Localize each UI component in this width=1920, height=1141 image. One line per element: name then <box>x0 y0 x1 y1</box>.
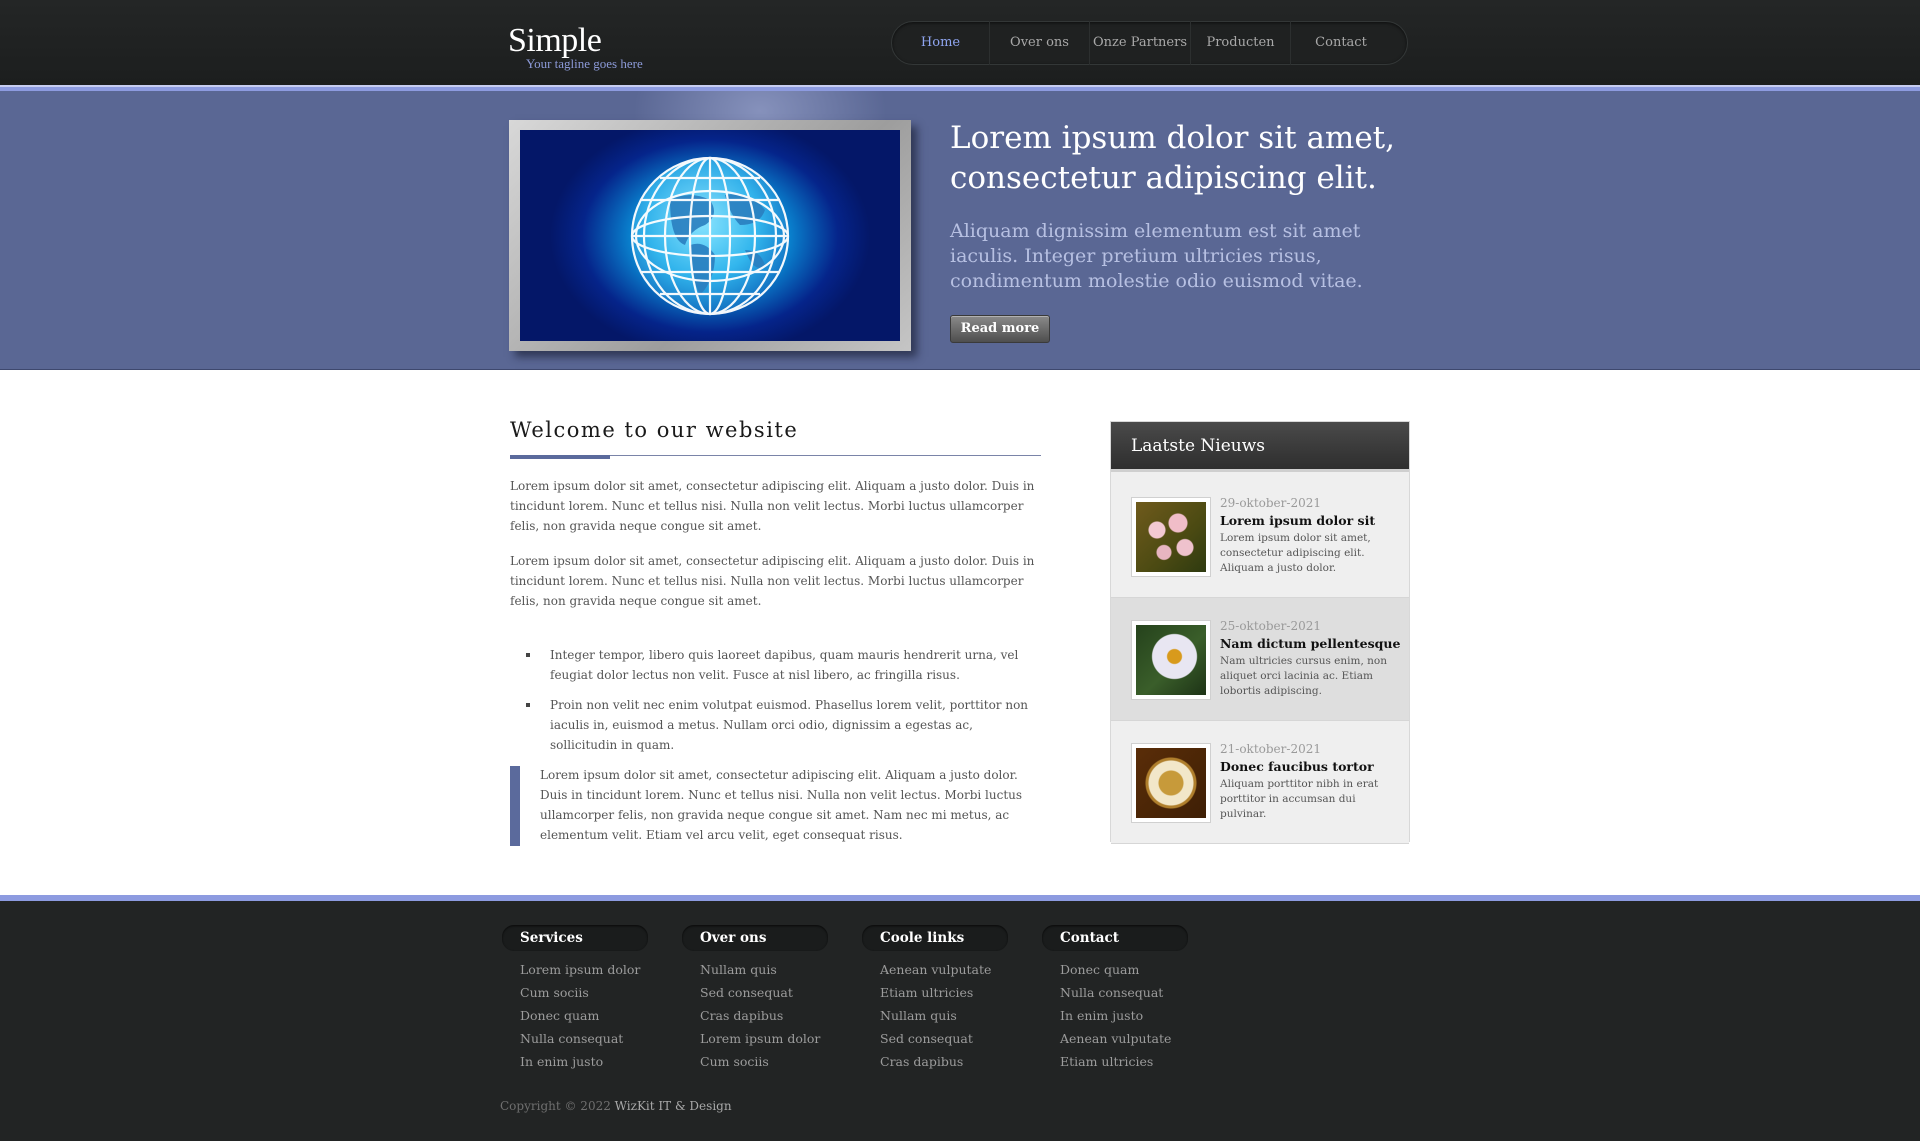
news-excerpt: Aliquam porttitor nibh in erat porttitor… <box>1220 778 1379 820</box>
globe-icon <box>630 156 790 316</box>
read-more-button[interactable]: Read more <box>950 315 1050 343</box>
footer-link[interactable]: Sed consequat <box>880 1027 1012 1050</box>
footer-column-over-ons: Over ons Nullam quis Sed consequat Cras … <box>682 925 832 1073</box>
blockquote-text: Lorem ipsum dolor sit amet, consectetur … <box>540 768 1023 842</box>
footer-link[interactable]: Nullam quis <box>700 958 832 981</box>
footer-link[interactable]: Cras dapibus <box>700 1004 832 1027</box>
news-excerpt: Lorem ipsum dolor sit amet, consectetur … <box>1220 532 1371 574</box>
footer-link[interactable]: Nulla consequat <box>520 1027 652 1050</box>
list-item: Proin non velit nec enim volutpat euismo… <box>526 695 1040 755</box>
hero-text: Aliquam dignissim elementum est sit amet… <box>950 220 1363 292</box>
footer-link[interactable]: Aenean vulputate <box>880 958 1012 981</box>
hero-title: Lorem ipsum dolor sit amet, consectetur … <box>950 120 1395 196</box>
title-accent-bar <box>510 455 610 459</box>
list-item-text: Integer tempor, libero quis laoreet dapi… <box>550 648 1019 682</box>
list-item: Integer tempor, libero quis laoreet dapi… <box>526 645 1040 685</box>
intro-paragraph: Lorem ipsum dolor sit amet, consectetur … <box>510 479 1035 533</box>
footer-link[interactable]: Aenean vulputate <box>1060 1027 1192 1050</box>
news-date: 21-oktober-2021 <box>1220 742 1321 756</box>
footer-link[interactable]: Cum sociis <box>700 1050 832 1073</box>
footer-link[interactable]: Lorem ipsum dolor <box>700 1027 832 1050</box>
footer-links: Nullam quis Sed consequat Cras dapibus L… <box>682 958 832 1073</box>
orchid-photo-icon <box>1136 502 1206 572</box>
nav-item-over-ons[interactable]: Over ons <box>990 21 1090 65</box>
news-title[interactable]: Lorem ipsum dolor sit <box>1220 513 1375 528</box>
main-navigation: Home Over ons Onze Partners Producten Co… <box>891 21 1408 65</box>
blockquote-bar <box>510 766 520 846</box>
footer-link[interactable]: Etiam ultricies <box>880 981 1012 1004</box>
footer-link[interactable]: Lorem ipsum dolor <box>520 958 652 981</box>
footer-link[interactable]: In enim justo <box>520 1050 652 1073</box>
news-item[interactable]: 21-oktober-2021 Donec faucibus tortor Al… <box>1111 721 1409 844</box>
nav-item-home[interactable]: Home <box>892 21 990 65</box>
intro-paragraph: Lorem ipsum dolor sit amet, consectetur … <box>510 554 1035 608</box>
news-thumbnail[interactable] <box>1131 743 1211 823</box>
news-item[interactable]: 29-oktober-2021 Lorem ipsum dolor sit Lo… <box>1111 475 1409 598</box>
footer-heading: Services <box>502 925 648 951</box>
footer-column-coole-links: Coole links Aenean vulputate Etiam ultri… <box>862 925 1012 1073</box>
news-date: 25-oktober-2021 <box>1220 619 1321 633</box>
footer-link[interactable]: Sed consequat <box>700 981 832 1004</box>
globe-image <box>520 130 900 341</box>
footer-link[interactable]: Etiam ultricies <box>1060 1050 1192 1073</box>
site-header: Simple Your tagline goes here Home Over … <box>0 0 1920 85</box>
bullet-icon <box>526 653 530 657</box>
copyright-link[interactable]: WizKit IT & Design <box>615 1099 732 1113</box>
news-excerpt: Nam ultricies cursus enim, non aliquet o… <box>1220 655 1387 697</box>
news-heading: Laatste Nieuws <box>1111 422 1409 472</box>
logo[interactable]: Simple Your tagline goes here <box>508 22 643 72</box>
news-sidebar: Laatste Nieuws 29-oktober-2021 Lorem ips… <box>1110 421 1410 844</box>
footer-column-contact: Contact Donec quam Nulla consequat In en… <box>1042 925 1192 1073</box>
footer-heading: Coole links <box>862 925 1008 951</box>
site-footer: Services Lorem ipsum dolor Cum sociis Do… <box>0 895 1920 1141</box>
bee-on-daisy-photo-icon <box>1136 625 1206 695</box>
footer-heading: Over ons <box>682 925 828 951</box>
footer-link[interactable]: Cum sociis <box>520 981 652 1004</box>
footer-link[interactable]: Donec quam <box>520 1004 652 1027</box>
copyright-text: Copyright © 2022 <box>500 1099 615 1113</box>
footer-link[interactable]: In enim justo <box>1060 1004 1192 1027</box>
news-item[interactable]: 25-oktober-2021 Nam dictum pellentesque … <box>1111 598 1409 721</box>
footer-link[interactable]: Donec quam <box>1060 958 1192 981</box>
footer-links: Aenean vulputate Etiam ultricies Nullam … <box>862 958 1012 1073</box>
footer-link[interactable]: Nullam quis <box>880 1004 1012 1027</box>
list-item-text: Proin non velit nec enim volutpat euismo… <box>550 698 1029 752</box>
footer-column-services: Services Lorem ipsum dolor Cum sociis Do… <box>502 925 652 1073</box>
news-thumbnail[interactable] <box>1131 620 1211 700</box>
footer-heading: Contact <box>1042 925 1188 951</box>
site-title[interactable]: Simple <box>508 22 643 60</box>
news-date: 29-oktober-2021 <box>1220 496 1321 510</box>
nav-item-onze-partners[interactable]: Onze Partners <box>1090 21 1191 65</box>
bullet-icon <box>526 703 530 707</box>
footer-link[interactable]: Cras dapibus <box>880 1050 1012 1073</box>
footer-links: Donec quam Nulla consequat In enim justo… <box>1042 958 1192 1073</box>
news-title[interactable]: Donec faucibus tortor <box>1220 759 1374 774</box>
hero-image-frame <box>509 120 911 351</box>
copyright: Copyright © 2022 WizKit IT & Design <box>500 1099 732 1113</box>
nav-item-contact[interactable]: Contact <box>1291 21 1391 65</box>
coffee-cup-photo-icon <box>1136 748 1206 818</box>
footer-links: Lorem ipsum dolor Cum sociis Donec quam … <box>502 958 652 1073</box>
nav-item-producten[interactable]: Producten <box>1191 21 1291 65</box>
news-thumbnail[interactable] <box>1131 497 1211 577</box>
site-tagline: Your tagline goes here <box>526 56 643 71</box>
footer-link[interactable]: Nulla consequat <box>1060 981 1192 1004</box>
page-title: Welcome to our website <box>510 418 799 442</box>
news-title[interactable]: Nam dictum pellentesque <box>1220 636 1400 651</box>
